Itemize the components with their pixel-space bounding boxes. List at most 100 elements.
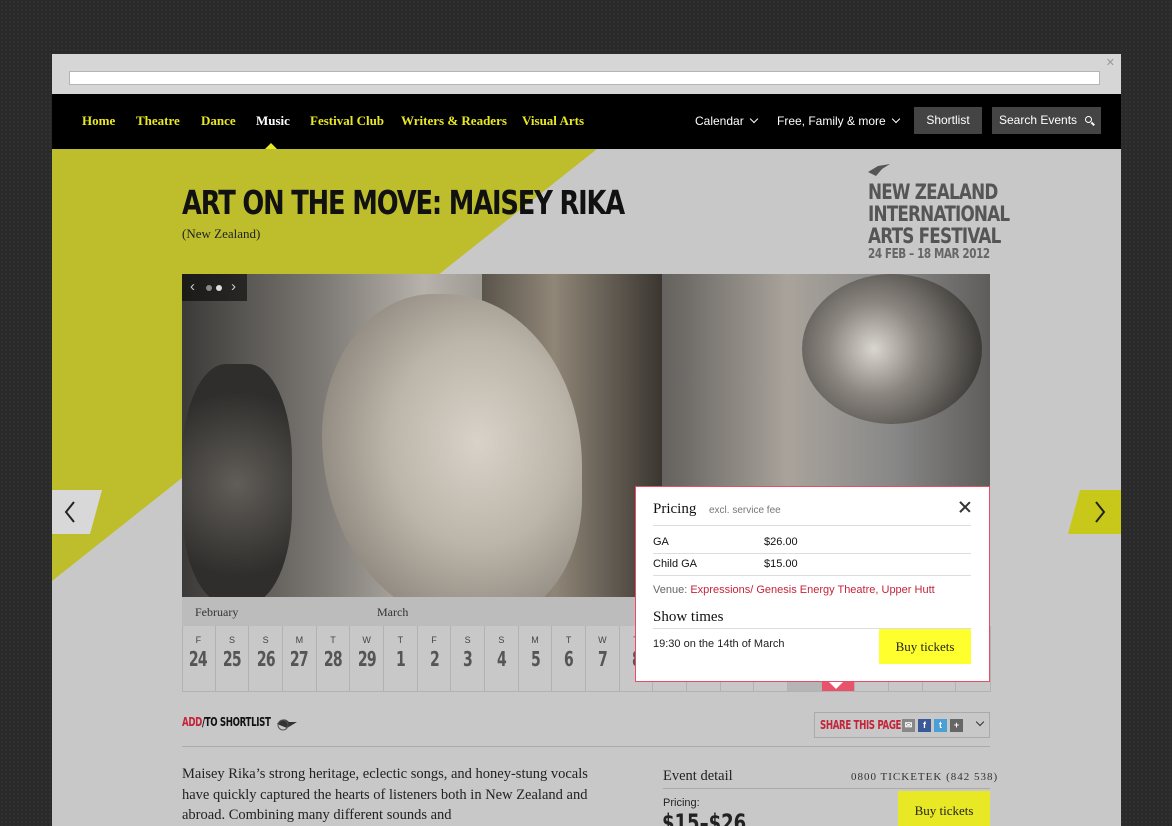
- divider: [653, 525, 971, 526]
- search-events-button[interactable]: Search Events: [992, 107, 1101, 134]
- share-label: SHARE THIS PAGE: [820, 718, 902, 732]
- ticketek-phone: 0800 TICKETEK (842 538): [851, 771, 999, 783]
- share-this-page[interactable]: SHARE THIS PAGE ✉ f t +: [814, 712, 990, 738]
- hero-carving-right: [802, 274, 982, 424]
- hero-carving-left: [182, 364, 292, 597]
- popup-pointer: [829, 682, 843, 689]
- calendar-day[interactable]: W 29: [350, 626, 384, 692]
- shortlist-icon[interactable]: [275, 714, 299, 732]
- event-country: (New Zealand): [182, 226, 261, 241]
- action-bar: ADD/TO SHORTLIST SHARE THIS PAGE ✉ f t +: [182, 707, 990, 747]
- facebook-icon[interactable]: f: [918, 719, 931, 732]
- slide-dot[interactable]: [206, 285, 212, 291]
- nav-theatre[interactable]: Theatre: [136, 113, 180, 129]
- chevron-down-icon: [749, 114, 758, 124]
- divider: [653, 553, 971, 554]
- popup-buy-tickets-button[interactable]: Buy tickets: [879, 629, 971, 664]
- calendar-dropdown-label: Calendar: [695, 114, 744, 128]
- nav-visual-arts[interactable]: Visual Arts: [522, 113, 584, 129]
- calendar-dropdown[interactable]: Calendar: [695, 114, 758, 128]
- nav-dance[interactable]: Dance: [201, 113, 236, 129]
- calendar-day[interactable]: S4: [485, 626, 519, 692]
- popup-subtitle: excl. service fee: [709, 505, 781, 516]
- price-row-value: $26.00: [764, 536, 798, 548]
- venue-label: Venue:: [653, 584, 688, 596]
- festival-logo: NEW ZEALAND INTERNATIONAL ARTS FESTIVAL …: [868, 163, 1010, 262]
- nav-festival-club[interactable]: Festival Club: [310, 113, 384, 129]
- price-row-label: Child GA: [653, 558, 698, 570]
- calendar-day[interactable]: F2: [417, 626, 452, 692]
- calendar-day-weekday: S: [262, 635, 269, 645]
- calendar-day-weekday: F: [431, 635, 437, 645]
- twitter-icon[interactable]: t: [934, 719, 947, 732]
- calendar-day[interactable]: F 24: [182, 626, 216, 692]
- calendar-day[interactable]: T1: [384, 626, 418, 692]
- slide-prev-icon[interactable]: ‹: [190, 278, 195, 295]
- showtime-text: 19:30 on the 14th of March: [653, 638, 785, 650]
- calendar-day-weekday: W: [362, 635, 371, 645]
- buy-tickets-button[interactable]: Buy tickets: [898, 791, 990, 826]
- popup-title: Pricing: [653, 501, 697, 517]
- page-content: ART ON THE MOVE: MAISEY RIKA (New Zealan…: [52, 149, 1121, 826]
- shortlist-button[interactable]: Shortlist: [914, 107, 982, 134]
- calendar-day[interactable]: M5: [518, 626, 553, 692]
- calendar-day-number: 4: [496, 647, 507, 671]
- venue-link[interactable]: Expressions/ Genesis Energy Theatre, Upp…: [690, 584, 934, 596]
- calendar-day-weekday: F: [195, 635, 202, 645]
- nav-music[interactable]: Music: [256, 113, 290, 129]
- calendar-day[interactable]: W7: [586, 626, 620, 692]
- calendar-day[interactable]: S3: [451, 626, 485, 692]
- close-window-icon[interactable]: ✕: [1106, 56, 1115, 69]
- pricing-label: Pricing:: [663, 797, 700, 809]
- add-shortlist-label: /TO SHORTLIST: [201, 715, 271, 729]
- price-row-value: $15.00: [764, 558, 798, 570]
- slideshow-controls: ‹ ›: [182, 274, 247, 301]
- price-row-label: GA: [653, 536, 669, 548]
- price-range: $15–$26: [662, 809, 747, 826]
- next-event-button[interactable]: [1068, 490, 1121, 534]
- free-family-dropdown[interactable]: Free, Family & more: [777, 114, 900, 128]
- slide-dot-active[interactable]: [216, 285, 222, 291]
- email-icon[interactable]: ✉: [902, 719, 915, 732]
- calendar-day-weekday: T: [330, 635, 336, 645]
- calendar-day-number: 1: [395, 647, 406, 671]
- add-to-shortlist-button[interactable]: ADD/TO SHORTLIST: [182, 715, 271, 729]
- show-times-title: Show times: [653, 609, 724, 625]
- event-detail-title: Event detail: [663, 768, 733, 784]
- calendar-day-number: 26: [256, 647, 276, 671]
- bird-logo-icon: [868, 164, 890, 176]
- calendar-day-weekday: M: [531, 635, 539, 645]
- address-bar[interactable]: [69, 71, 1100, 85]
- calendar-day[interactable]: M 27: [283, 626, 317, 692]
- pricing-popup: Pricing excl. service fee GA $26.00 Chil…: [635, 486, 990, 689]
- calendar-day-number: 29: [357, 647, 377, 671]
- main-nav: Home Theatre Dance Music Festival Club W…: [52, 94, 1121, 149]
- nav-home[interactable]: Home: [82, 113, 115, 129]
- calendar-day[interactable]: S 25: [215, 626, 250, 692]
- calendar-day-number: 28: [323, 647, 343, 671]
- search-events-label: Search Events: [999, 113, 1078, 127]
- logo-line-2: INTERNATIONAL: [868, 202, 1010, 226]
- venue-line: Venue: Expressions/ Genesis Energy Theat…: [653, 584, 935, 596]
- chevron-down-icon: [891, 114, 900, 124]
- close-icon[interactable]: [958, 500, 972, 514]
- calendar-day-number: 7: [597, 647, 608, 671]
- calendar-day[interactable]: S 26: [249, 626, 283, 692]
- calendar-day[interactable]: T 28: [316, 626, 351, 692]
- slide-next-icon[interactable]: ›: [231, 278, 236, 295]
- calendar-day-weekday: S: [228, 635, 235, 645]
- calendar-day-number: 24: [189, 647, 208, 671]
- event-description: Maisey Rika’s strong heritage, eclectic …: [182, 766, 588, 823]
- plus-icon[interactable]: +: [950, 719, 963, 732]
- calendar-day[interactable]: T6: [552, 626, 586, 692]
- calendar-day-weekday: W: [598, 635, 607, 645]
- logo-line-1: NEW ZEALAND: [868, 180, 998, 204]
- calendar-day-weekday: S: [498, 635, 505, 645]
- logo-line-3: ARTS FESTIVAL: [868, 224, 1001, 248]
- chevron-down-icon[interactable]: [975, 717, 985, 727]
- nav-writers-readers[interactable]: Writers & Readers: [401, 113, 507, 129]
- logo-dates: 24 FEB – 18 MAR 2012: [868, 247, 990, 262]
- prev-event-button[interactable]: [52, 490, 102, 534]
- search-icon: [1085, 116, 1092, 123]
- calendar-day-number: 2: [429, 647, 439, 671]
